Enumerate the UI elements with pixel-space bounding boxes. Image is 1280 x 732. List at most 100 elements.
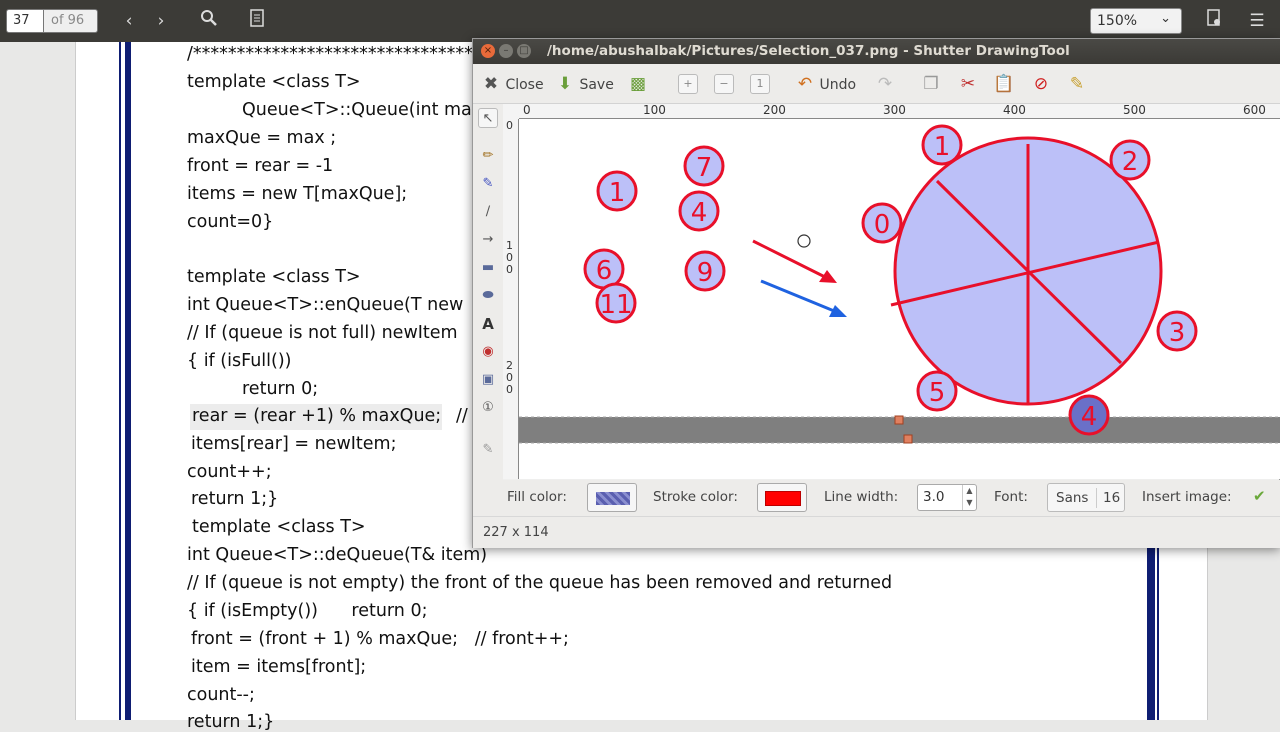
code-line: items = new T[maxQue]; xyxy=(187,184,408,204)
ruler-top: 0 100 200 300 400 500 600 xyxy=(519,103,1280,119)
ruler-mark: 0 xyxy=(523,103,531,117)
ruler-mark: 600 xyxy=(1243,103,1266,117)
crop-tool-icon[interactable]: ✎ xyxy=(478,440,498,460)
drawing-canvas[interactable]: 1 7 4 6 9 11 0 1 2 3 5 4 xyxy=(519,119,1280,479)
font-size: 16 xyxy=(1103,490,1121,506)
pixelize-tool-icon[interactable]: ▣ xyxy=(478,370,498,390)
number-badge[interactable]: 1 xyxy=(921,124,963,166)
fill-color-label: Fill color: xyxy=(507,489,567,505)
blue-arrow[interactable] xyxy=(760,279,847,317)
red-arrow[interactable] xyxy=(752,239,837,283)
ruler-mark: 0 xyxy=(506,263,513,276)
svg-text:9: 9 xyxy=(697,258,714,288)
paste-button[interactable]: 📋 xyxy=(993,72,1015,96)
spinner-arrows-icon[interactable]: ▲ ▼ xyxy=(962,485,976,510)
svg-text:11: 11 xyxy=(599,290,632,320)
clear-button[interactable]: ✎ xyxy=(1067,72,1087,96)
delete-button[interactable]: ⊘ xyxy=(1031,72,1051,96)
previous-page-icon[interactable]: ‹ xyxy=(117,9,141,33)
zoom-out-icon[interactable]: − xyxy=(714,74,734,94)
undo-icon: ↶ xyxy=(797,74,813,94)
undo-button[interactable]: ↶ Undo xyxy=(795,72,856,96)
rectangle-tool-icon[interactable]: ▬ xyxy=(478,258,498,278)
font-button[interactable]: Sans 16 xyxy=(1047,483,1125,512)
export-button[interactable]: ▩ xyxy=(628,72,648,96)
window-maximize-button[interactable]: □ xyxy=(517,44,531,58)
code-line: template <class T> xyxy=(192,517,366,537)
save-label: Save xyxy=(579,77,614,93)
paste-icon: 📋 xyxy=(993,74,1015,94)
zoom-fit-icon[interactable]: 1 xyxy=(750,74,770,94)
zoom-in-icon[interactable]: + xyxy=(678,74,698,94)
check-icon[interactable]: ✔ xyxy=(1253,487,1266,505)
stroke-color-button[interactable] xyxy=(757,483,807,512)
ruler-left: 0 1 0 0 2 0 0 xyxy=(503,119,519,479)
hand-cursor-icon xyxy=(797,234,811,248)
code-line: int Queue<T>::deQueue(T& item) xyxy=(187,545,488,565)
code-line: count=0} xyxy=(187,212,274,232)
scissors-icon: ✂ xyxy=(960,74,976,94)
arrow-tool-icon[interactable]: → xyxy=(478,230,498,250)
highlighter-tool-icon[interactable]: ✎ xyxy=(478,174,498,194)
number-badge[interactable]: 4 xyxy=(678,190,720,232)
number-badge[interactable]: 1 xyxy=(596,170,638,212)
ellipse-tool-icon[interactable]: ⬬ xyxy=(478,286,498,306)
number-badge[interactable]: 0 xyxy=(861,202,903,244)
code-line: // If (queue is not full) newItem xyxy=(187,323,458,343)
ruler-mark: 200 xyxy=(763,103,786,117)
line-width-spinner[interactable]: 3.0 ▲ ▼ xyxy=(917,484,977,511)
properties-bar: Fill color: Stroke color: Line width: 3.… xyxy=(473,480,1280,516)
code-line: { if (isFull()) xyxy=(187,351,292,371)
ruler-mark: 300 xyxy=(883,103,906,117)
censor-tool-icon[interactable]: ◉ xyxy=(478,342,498,362)
number-badge[interactable]: 6 xyxy=(583,248,625,290)
line-tool-icon[interactable]: ∕ xyxy=(478,202,498,222)
close-button[interactable]: ✖ Close xyxy=(481,72,544,96)
document-properties-icon[interactable] xyxy=(1202,9,1226,33)
pdf-viewer-toolbar: 37 of 96 ‹ › 150% ⌄ ☰ xyxy=(0,0,1280,42)
cut-button[interactable]: ✂ xyxy=(958,72,978,96)
next-page-icon[interactable]: › xyxy=(149,9,173,33)
number-badge[interactable]: 5 xyxy=(916,370,958,412)
svg-text:6: 6 xyxy=(596,256,613,286)
code-line: return 1;} xyxy=(191,489,279,509)
copy-icon: ❐ xyxy=(923,74,939,94)
text-tool-icon[interactable]: A xyxy=(478,314,498,334)
number-badge[interactable]: 11 xyxy=(595,282,637,324)
code-line: rear = (rear +1) % maxQue; xyxy=(192,406,442,426)
document-outline-icon[interactable] xyxy=(245,9,269,33)
redo-button[interactable]: ↷ xyxy=(875,72,895,96)
window-close-button[interactable]: × xyxy=(481,44,495,58)
window-minimize-button[interactable]: – xyxy=(499,44,513,58)
page-number-input[interactable]: 37 xyxy=(6,9,44,33)
save-button[interactable]: ⬇ Save xyxy=(555,72,614,96)
pencil-tool-icon[interactable]: ✏ xyxy=(478,146,498,166)
window-titlebar[interactable]: × – □ /home/abushalbak/Pictures/Selectio… xyxy=(473,39,1280,64)
copy-button[interactable]: ❐ xyxy=(921,72,941,96)
select-tool-icon[interactable]: ↖ xyxy=(478,108,498,128)
code-line: // xyxy=(456,406,468,426)
chevron-down-icon: ⌄ xyxy=(1160,11,1171,26)
ruler-mark: 400 xyxy=(1003,103,1026,117)
number-badge[interactable]: 4 xyxy=(1068,394,1110,436)
zoom-value: 150% xyxy=(1097,13,1138,29)
svg-text:0: 0 xyxy=(874,210,891,240)
number-badge[interactable]: 2 xyxy=(1109,139,1151,181)
font-name: Sans xyxy=(1056,490,1089,506)
font-label: Font: xyxy=(994,489,1028,505)
ruler-mark: 0 xyxy=(506,119,513,132)
search-icon[interactable] xyxy=(197,9,221,33)
resize-handle[interactable] xyxy=(903,434,913,444)
number-badge[interactable]: 7 xyxy=(683,145,725,187)
menu-icon[interactable]: ☰ xyxy=(1245,9,1269,33)
svg-text:4: 4 xyxy=(691,198,708,228)
code-line: template <class T> xyxy=(187,72,361,92)
resize-handle[interactable] xyxy=(894,415,904,425)
page-frame-left xyxy=(119,42,131,720)
number-badge[interactable]: 9 xyxy=(684,250,726,292)
fill-color-button[interactable] xyxy=(587,483,637,512)
number-badge[interactable]: 3 xyxy=(1156,310,1198,352)
zoom-select[interactable]: 150% ⌄ xyxy=(1090,8,1182,34)
close-label: Close xyxy=(505,77,544,93)
number-tool-icon[interactable]: ① xyxy=(478,398,498,418)
